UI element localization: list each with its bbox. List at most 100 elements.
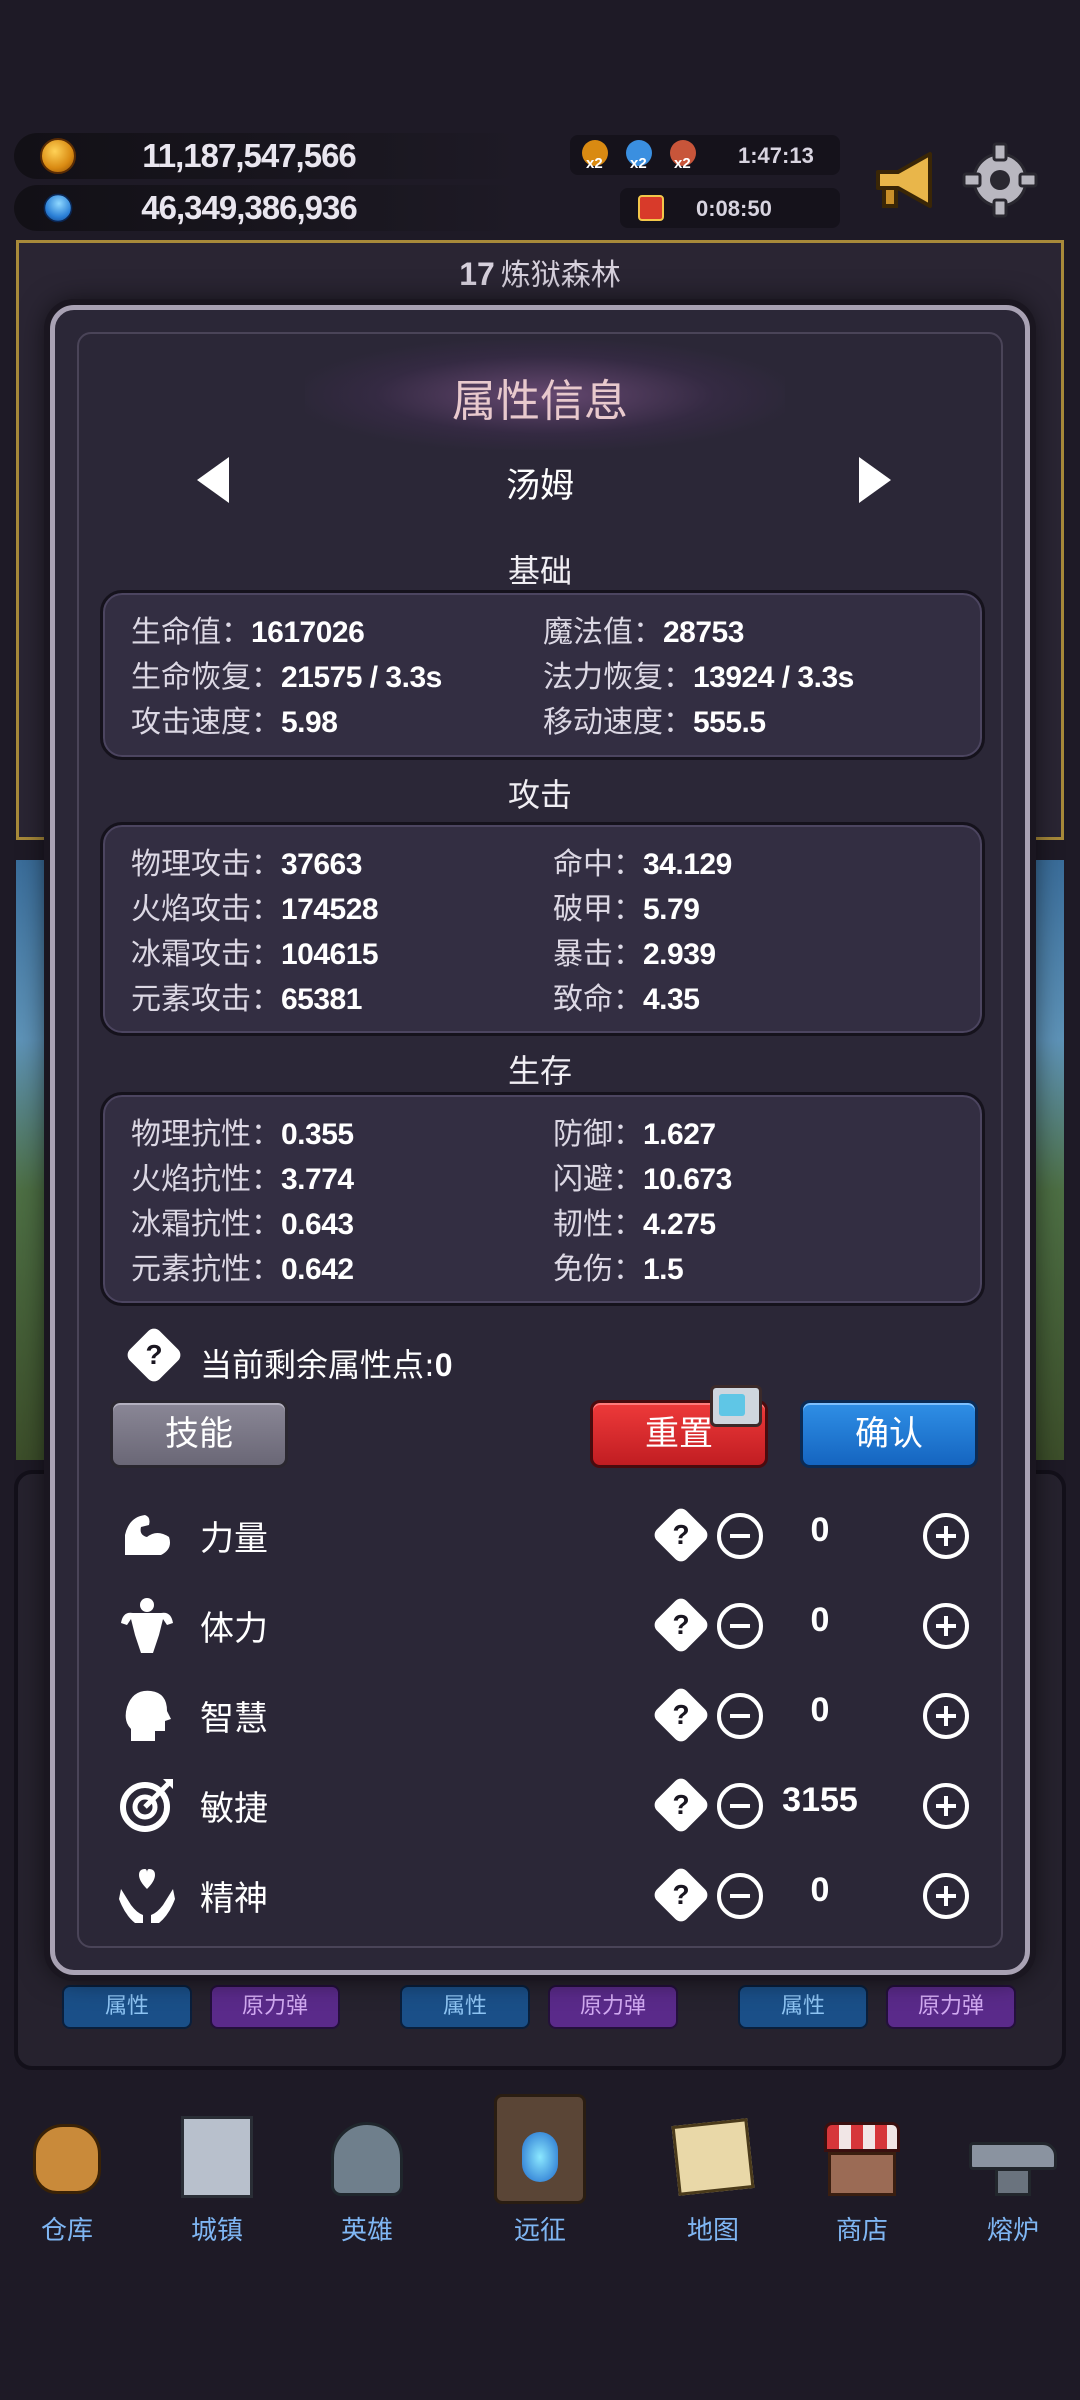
survival-section-title: 生存 [507, 1052, 572, 1090]
stat-label: 闪避： [553, 1162, 643, 1197]
attribute-help-icon[interactable]: ? [651, 1775, 711, 1835]
attribute-row-stamina: 体力 ? 0 [55, 1585, 1035, 1665]
gift-panel[interactable]: 0:08:50 [620, 188, 840, 228]
stat-value: 28753 [663, 616, 744, 649]
dialog-title: 属性信息 [452, 376, 628, 427]
stat-value: 3.774 [281, 1163, 354, 1196]
attribute-name: 力量 [200, 1519, 268, 1559]
slot-attr-button[interactable]: 属性 [62, 1985, 192, 2029]
help-mark: ? [672, 1609, 690, 1640]
stat-label: 生命恢复： [131, 660, 281, 695]
basic-section-title: 基础 [507, 552, 572, 590]
slot-attr-button[interactable]: 属性 [400, 1985, 530, 2029]
slot-force-button[interactable]: 原力弹 [210, 1985, 340, 2029]
stat-defense: 防御：1.627 [553, 1109, 716, 1153]
megaphone-icon[interactable] [868, 140, 948, 220]
slot-attr-button[interactable]: 属性 [738, 1985, 868, 2029]
helmet-icon [319, 2102, 415, 2202]
stat-mp: 魔法值：28753 [543, 607, 744, 651]
attribute-row-agility: 敏捷 ? 3155 [55, 1765, 1035, 1845]
nav-map[interactable]: 地图 [648, 2090, 778, 2260]
remaining-points-label: 当前剩余属性点: [200, 1346, 435, 1384]
anvil-icon [965, 2102, 1061, 2202]
stat-label: 移动速度： [543, 705, 693, 740]
confirm-button[interactable]: 确认 [800, 1400, 978, 1468]
stat-label: 生命值： [131, 615, 251, 650]
stat-label: 防御： [553, 1117, 643, 1152]
bag-icon [19, 2102, 115, 2202]
nav-label: 仓库 [40, 2216, 93, 2246]
help-mark: ? [145, 1339, 163, 1370]
attribute-value: 0 [810, 1601, 830, 1639]
increase-button[interactable] [923, 1873, 969, 1919]
attribute-help-icon[interactable]: ? [651, 1595, 711, 1655]
stat-element-resist: 元素抗性：0.642 [131, 1244, 354, 1288]
head-brain-icon [125, 1690, 171, 1741]
stat-label: 魔法值： [543, 615, 663, 650]
hands-heart-icon [119, 1869, 175, 1923]
skill-button[interactable]: 技能 [110, 1400, 288, 1468]
attribute-name: 敏捷 [200, 1789, 268, 1829]
increase-button[interactable] [923, 1693, 969, 1739]
attribute-row-spirit: 精神 ? 0 [55, 1855, 1035, 1935]
nav-hero[interactable]: 英雄 [302, 2090, 432, 2260]
stat-frost-attack: 冰霜攻击：104615 [131, 929, 379, 973]
help-mark: ? [672, 1699, 690, 1730]
settings-gear-icon[interactable] [960, 140, 1040, 220]
stat-dodge: 闪避：10.673 [553, 1154, 732, 1198]
nav-forge[interactable]: 熔炉 [948, 2090, 1078, 2260]
stat-value: 4.275 [643, 1208, 716, 1241]
stat-label: 元素抗性： [131, 1252, 281, 1287]
stat-value: 1.5 [643, 1253, 684, 1286]
stat-damage-reduction: 免伤：1.5 [553, 1244, 684, 1288]
remaining-points-help-icon[interactable]: ? [124, 1325, 184, 1385]
increase-button[interactable] [923, 1513, 969, 1559]
attribute-info-dialog: 属性信息 汤姆 基础 生命值：1617026 魔法值：28753 生命恢复：21… [50, 305, 1030, 1975]
gem-counter: 46,349,386,936 [14, 185, 524, 231]
stat-value: 0.642 [281, 1253, 354, 1286]
attribute-help-icon[interactable]: ? [651, 1865, 711, 1925]
slot-force-button[interactable]: 原力弹 [886, 1985, 1016, 2029]
stat-value: 65381 [281, 983, 362, 1016]
stat-label: 攻击速度： [131, 705, 281, 740]
stage-name: 炼狱森林 [500, 258, 621, 293]
stat-hp: 生命值：1617026 [131, 607, 365, 651]
stat-value: 4.35 [643, 983, 700, 1016]
increase-button[interactable] [923, 1603, 969, 1649]
stat-label: 火焰攻击： [131, 892, 281, 927]
nav-label: 城镇 [190, 2216, 243, 2246]
shop-icon [814, 2102, 910, 2202]
stat-attack-speed: 攻击速度：5.98 [131, 697, 338, 741]
attribute-value: 0 [810, 1511, 830, 1549]
help-mark: ? [672, 1789, 690, 1820]
nav-expedition[interactable]: 远征 [475, 2090, 605, 2260]
basic-stats-box: 生命值：1617026 魔法值：28753 生命恢复：21575 / 3.3s … [100, 590, 985, 760]
nav-town[interactable]: 城镇 [152, 2090, 282, 2260]
attribute-name: 体力 [200, 1609, 268, 1649]
nav-shop[interactable]: 商店 [797, 2090, 927, 2260]
gem-amount: 46,349,386,936 [141, 189, 357, 226]
stat-physical-resist: 物理抗性：0.355 [131, 1109, 354, 1153]
strong-body-icon [121, 1598, 173, 1653]
stat-armor-break: 破甲：5.79 [553, 884, 700, 928]
stage-number: 17 [459, 256, 495, 292]
map-icon [665, 2102, 761, 2202]
attribute-help-icon[interactable]: ? [651, 1685, 711, 1745]
next-hero-arrow-icon[interactable] [855, 455, 895, 505]
remaining-points: 当前剩余属性点:0 [200, 1340, 453, 1386]
stat-value: 0.643 [281, 1208, 354, 1241]
stat-fire-resist: 火焰抗性：3.774 [131, 1154, 354, 1198]
gold-counter: 11,187,547,566 [14, 133, 524, 179]
slot-force-button[interactable]: 原力弹 [548, 1985, 678, 2029]
attribute-row-strength: 力量 ? 0 [55, 1495, 1035, 1575]
nav-warehouse[interactable]: 仓库 [2, 2090, 132, 2260]
attribute-help-icon[interactable]: ? [651, 1505, 711, 1565]
stat-value: 1617026 [251, 616, 365, 649]
remaining-points-value: 0 [434, 1347, 453, 1383]
stat-label: 韧性： [553, 1207, 643, 1242]
attack-section-title: 攻击 [507, 776, 572, 814]
boost-panel[interactable]: x2 x2 x2 1:47:13 [570, 135, 840, 175]
stat-frost-resist: 冰霜抗性：0.643 [131, 1199, 354, 1243]
stat-mp-regen: 法力恢复：13924 / 3.3s [543, 652, 854, 696]
increase-button[interactable] [923, 1783, 969, 1829]
